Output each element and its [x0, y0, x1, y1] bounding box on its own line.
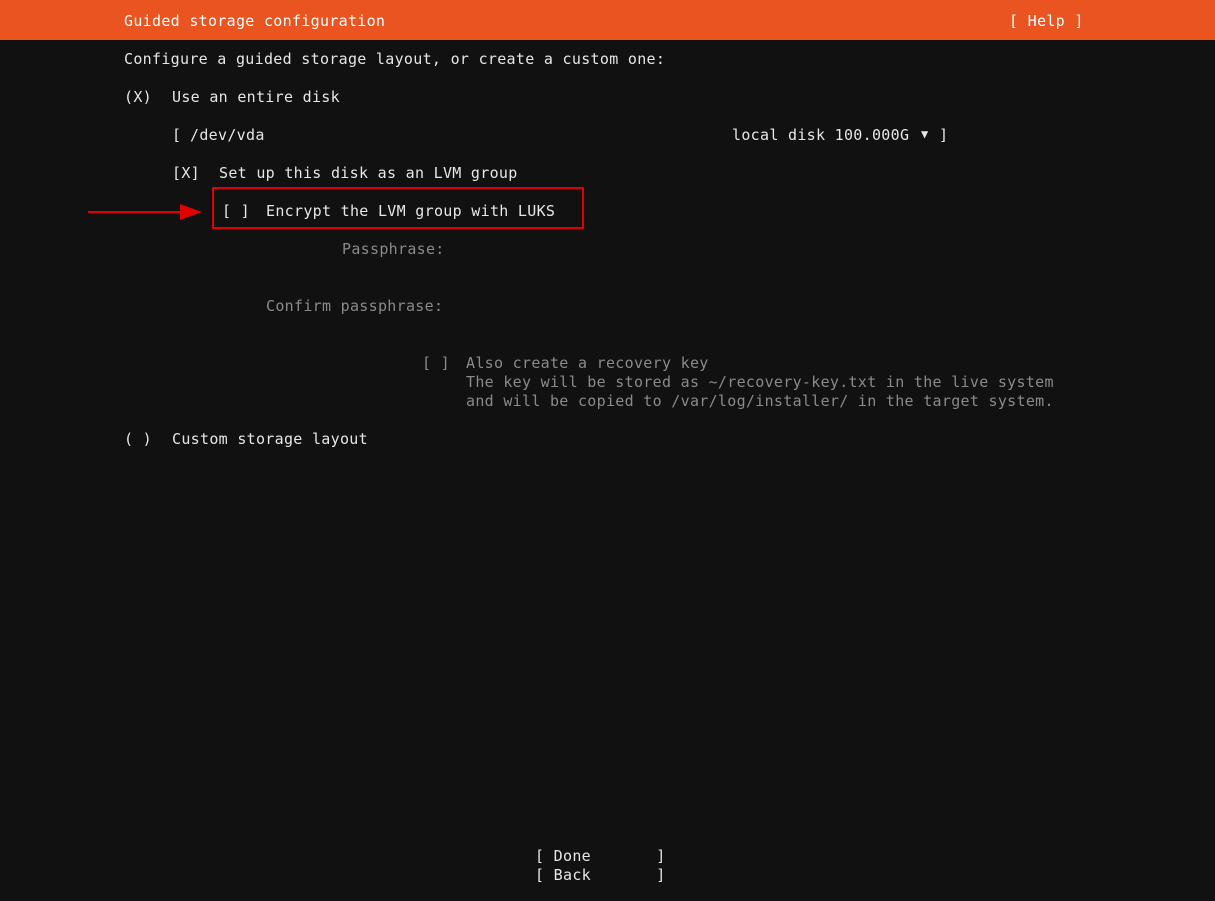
back-button[interactable]: [ Back ]	[535, 866, 666, 885]
disk-select-open-bracket: [	[172, 126, 182, 144]
recovery-key-desc-line1: The key will be stored as ~/recovery-key…	[466, 373, 1054, 391]
disk-select-value[interactable]: /dev/vda	[190, 126, 265, 145]
lvm-label[interactable]: Set up this disk as an LVM group	[219, 164, 518, 183]
recovery-key-checkbox[interactable]: [ ]	[422, 354, 450, 373]
page-title: Guided storage configuration	[124, 12, 386, 30]
entire-disk-radio[interactable]: (X)	[124, 88, 152, 107]
custom-layout-label[interactable]: Custom storage layout	[172, 430, 368, 449]
arrow-right-icon	[88, 204, 202, 220]
entire-disk-label[interactable]: Use an entire disk	[172, 88, 340, 107]
passphrase-label: Passphrase:	[342, 240, 445, 258]
lvm-checkbox[interactable]: [X]	[172, 164, 200, 183]
luks-highlight-box	[212, 187, 584, 229]
intro-text: Configure a guided storage layout, or cr…	[124, 50, 666, 68]
disk-select-close-bracket: ]	[939, 126, 949, 144]
header-bar: Guided storage configuration [ Help ]	[0, 0, 1215, 40]
chevron-down-icon[interactable]: ▼	[921, 125, 929, 144]
custom-layout-radio[interactable]: ( )	[124, 430, 152, 449]
recovery-key-desc-line2: and will be copied to /var/log/installer…	[466, 392, 1054, 410]
confirm-passphrase-label: Confirm passphrase:	[266, 297, 444, 315]
disk-select-detail[interactable]: local disk 100.000G	[732, 126, 909, 145]
done-button[interactable]: [ Done ]	[535, 847, 666, 866]
help-button[interactable]: [ Help ]	[1009, 12, 1084, 31]
recovery-key-label[interactable]: Also create a recovery key	[466, 354, 709, 373]
